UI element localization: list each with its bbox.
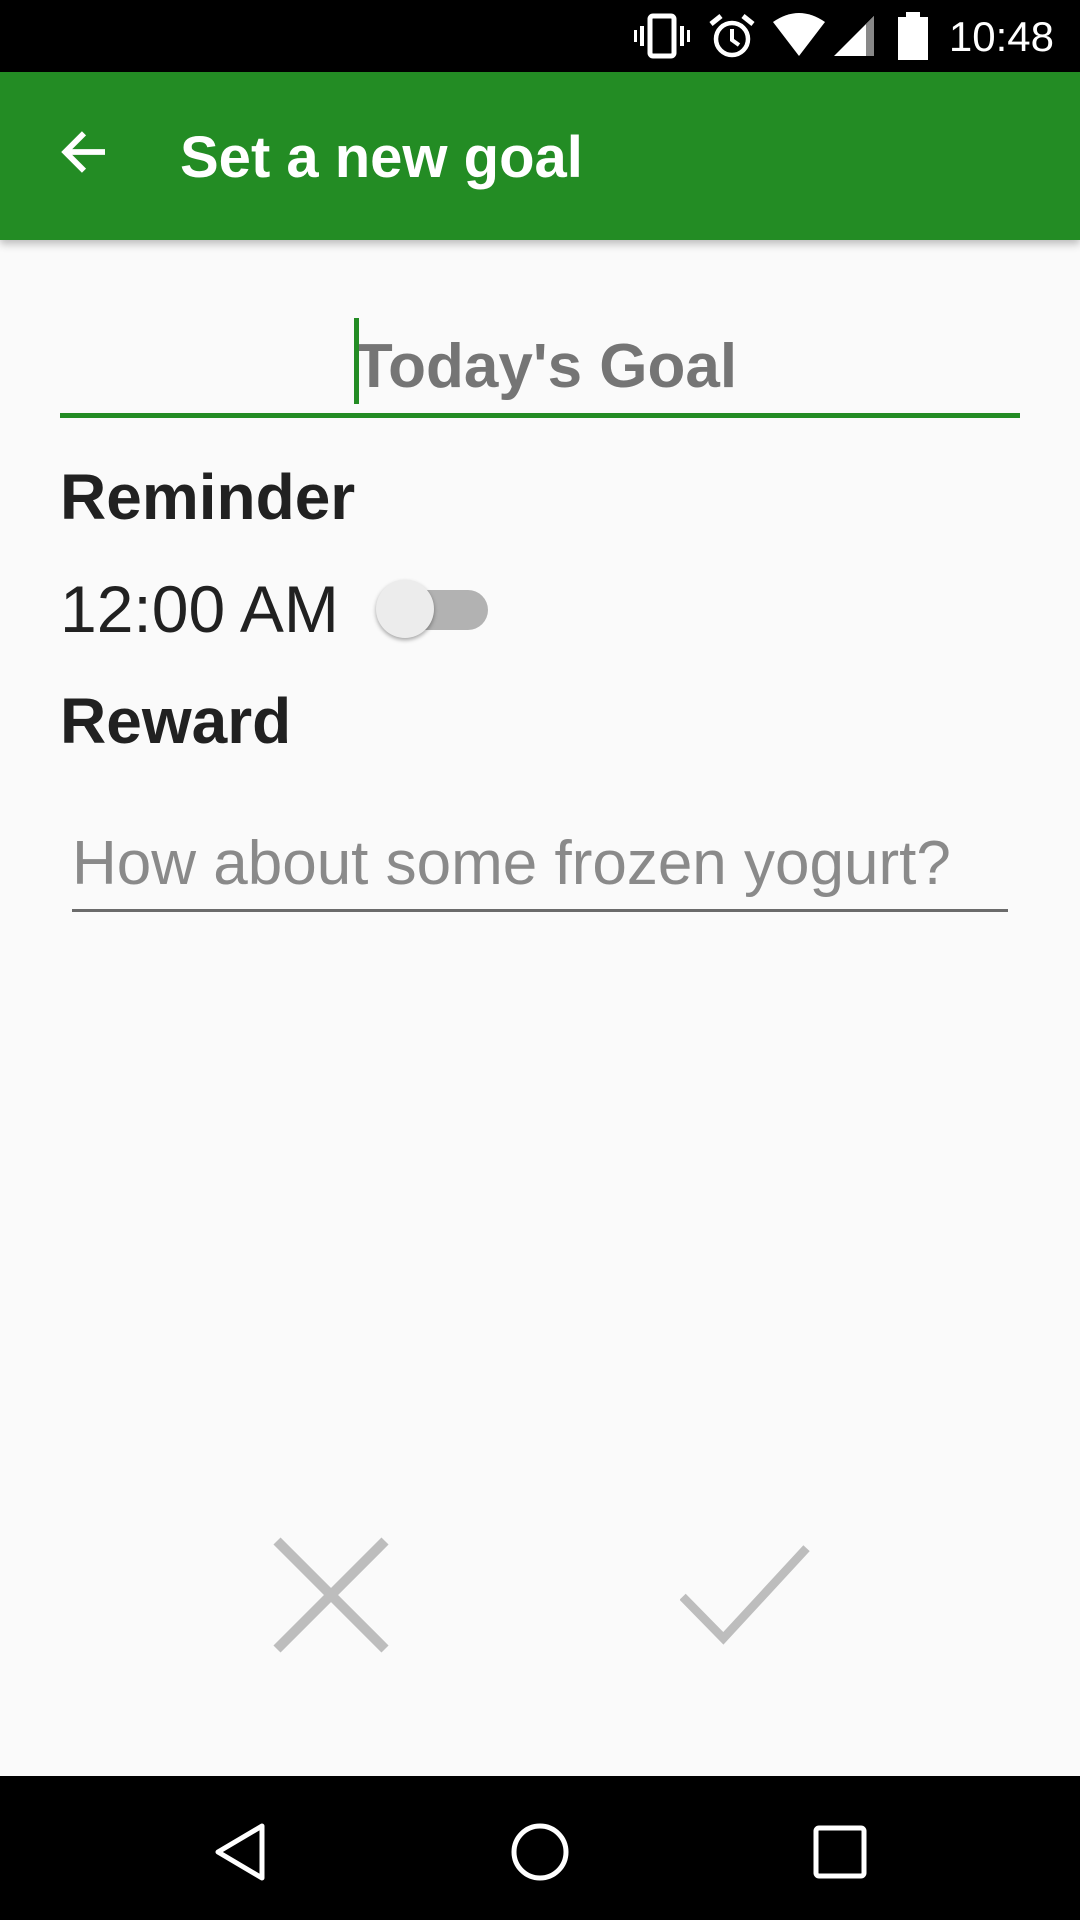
arrow-back-icon — [61, 131, 105, 173]
navigation-bar — [0, 1776, 1080, 1920]
check-icon — [680, 1545, 810, 1645]
reward-input[interactable] — [72, 820, 1008, 906]
reminder-time[interactable]: 12:00 AM — [60, 572, 339, 646]
recents-square-icon — [813, 1825, 867, 1879]
nav-recents-button[interactable] — [800, 1812, 880, 1892]
vibrate-icon — [634, 13, 690, 59]
toggle-thumb — [376, 580, 434, 638]
cancel-button[interactable] — [266, 1530, 396, 1660]
battery-icon — [898, 12, 928, 60]
back-button[interactable] — [44, 112, 124, 192]
back-triangle-icon — [215, 1823, 265, 1881]
wifi-icon — [773, 13, 825, 56]
nav-home-button[interactable] — [500, 1812, 580, 1892]
reminder-toggle[interactable] — [376, 578, 492, 638]
status-bar: 10:48 — [0, 0, 1080, 72]
status-clock: 10:48 — [948, 13, 1054, 60]
page-title: Set a new goal — [180, 125, 583, 190]
goal-input[interactable]: Today's Goal — [60, 310, 1020, 418]
confirm-button[interactable] — [680, 1530, 810, 1660]
app-bar: Set a new goal — [0, 72, 1080, 240]
nav-back-button[interactable] — [200, 1812, 280, 1892]
signal-icon — [834, 16, 874, 56]
alarm-icon — [709, 14, 755, 58]
reminder-label: Reminder — [60, 461, 356, 533]
reward-field — [72, 820, 1008, 912]
text-cursor — [354, 318, 359, 404]
home-circle-icon — [511, 1823, 569, 1881]
close-icon — [273, 1537, 389, 1653]
goal-placeholder: Today's Goal — [354, 332, 738, 401]
reward-label: Reward — [60, 685, 292, 757]
